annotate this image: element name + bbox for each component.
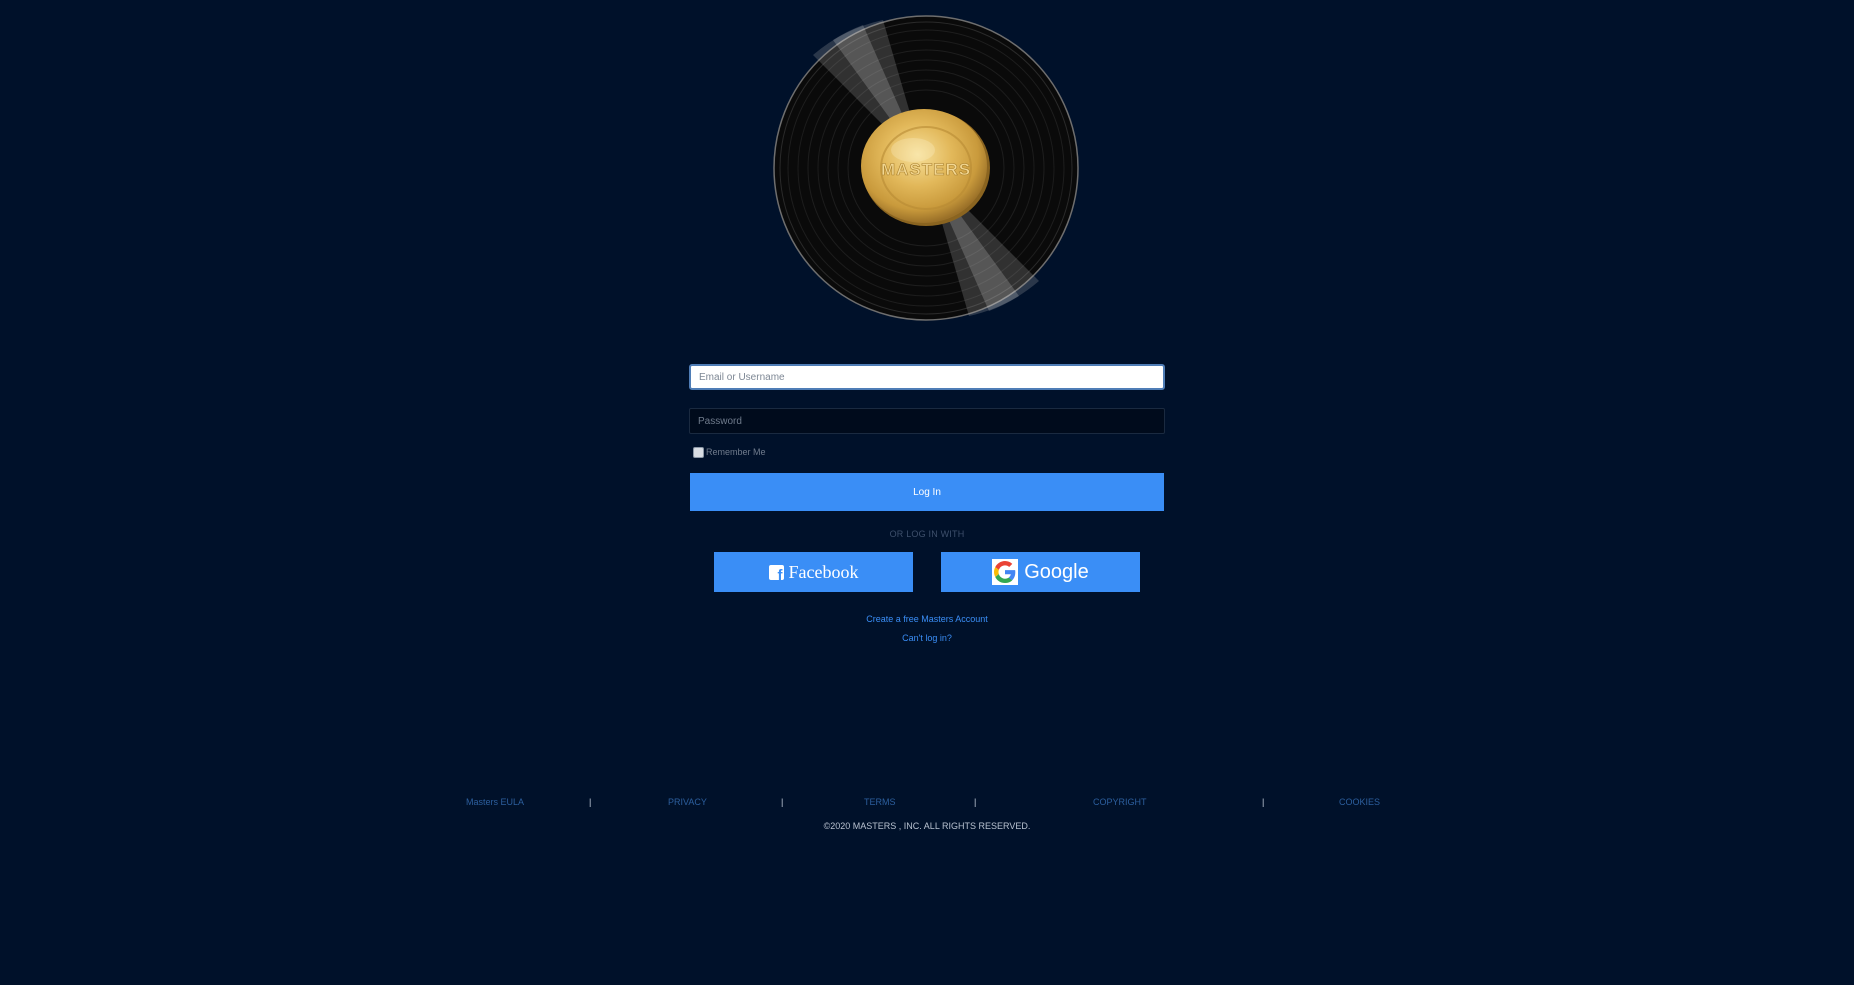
copyright-text: ©2020 MASTERS , INC. ALL RIGHTS RESERVED… (823, 821, 1031, 831)
google-label: Google (1024, 560, 1089, 583)
footer-terms-link[interactable]: TERMS (864, 797, 896, 807)
login-button[interactable]: Log In (690, 473, 1164, 511)
footer-links: Masters EULA | PRIVACY | TERMS | COPYRIG… (0, 797, 1854, 811)
create-account-link[interactable]: Create a free Masters Account (689, 610, 1165, 629)
footer-copyright-link[interactable]: COPYRIGHT (1093, 797, 1147, 807)
facebook-label: Facebook (788, 561, 859, 582)
footer-eula-link[interactable]: Masters EULA (466, 797, 524, 807)
google-icon (992, 559, 1019, 585)
remember-me-checkbox[interactable] (693, 446, 704, 458)
login-form: Remember Me Log In OR LOG IN WITH f Face… (689, 364, 1165, 648)
cant-login-link[interactable]: Can't log in? (689, 629, 1165, 648)
account-links: Create a free Masters Account Can't log … (689, 610, 1165, 648)
footer-separator: | (974, 797, 977, 807)
facebook-login-button[interactable]: f Facebook (714, 552, 913, 592)
login-button-label: Log In (913, 486, 941, 498)
remember-me-label: Remember Me (706, 447, 766, 457)
or-log-in-with-text: OR LOG IN WITH (889, 529, 965, 539)
google-login-button[interactable]: Google (941, 552, 1140, 592)
remember-me-row: Remember Me (689, 444, 1165, 460)
footer-privacy-link[interactable]: PRIVACY (668, 797, 707, 807)
masters-vinyl-logo: MASTERS (773, 15, 1079, 321)
footer-separator: | (781, 797, 784, 807)
login-page: MASTERS Remember Me Log In OR LOG IN WIT… (0, 0, 1854, 985)
footer-cookies-link[interactable]: COOKIES (1339, 797, 1380, 807)
facebook-icon: f (768, 564, 784, 580)
email-input[interactable] (689, 364, 1165, 390)
footer-separator: | (589, 797, 592, 807)
social-login-row: f Facebook Google (689, 552, 1165, 592)
footer-separator: | (1262, 797, 1265, 807)
logo-wordmark: MASTERS (881, 160, 971, 179)
password-input[interactable] (689, 408, 1165, 434)
